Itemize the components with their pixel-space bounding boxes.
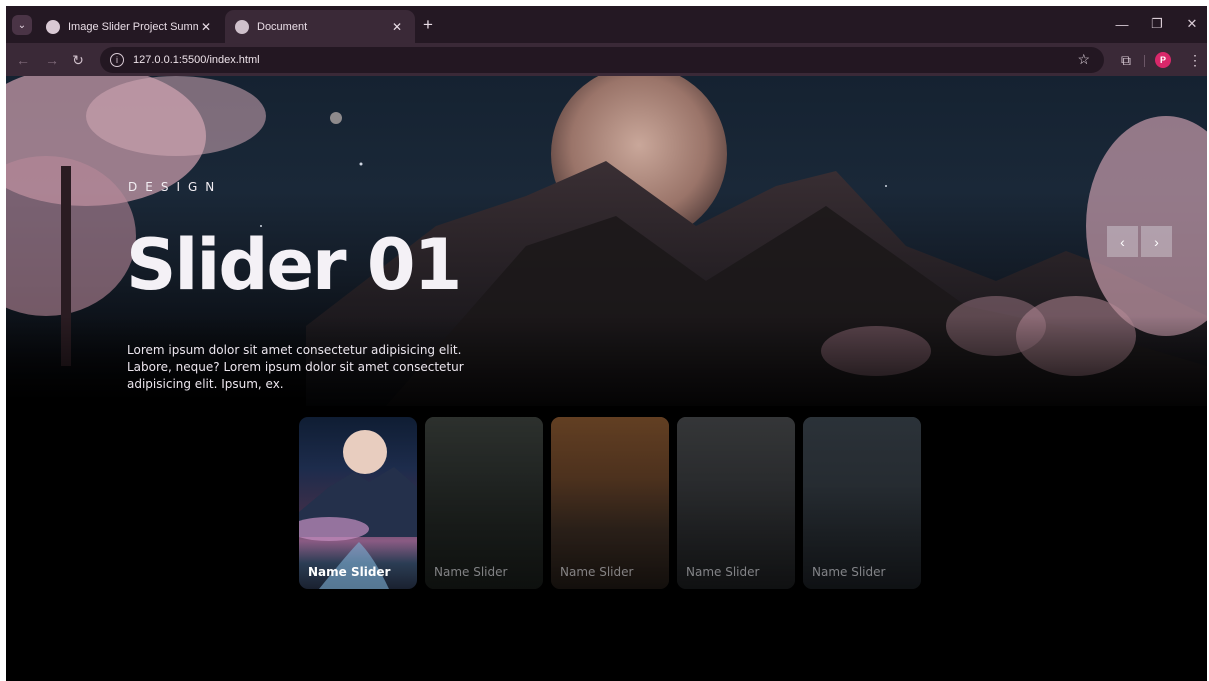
back-icon[interactable]: ← bbox=[12, 49, 34, 71]
new-tab-button[interactable]: + bbox=[418, 15, 438, 35]
slide-description: Lorem ipsum dolor sit amet consectetur a… bbox=[127, 343, 464, 391]
browser-menu-icon[interactable]: ⋮ bbox=[1185, 49, 1205, 71]
thumbnail-3[interactable]: Name Slider bbox=[551, 417, 669, 589]
browser-window: ⌄ Image Slider Project Summary ✕ Documen… bbox=[6, 6, 1207, 681]
thumbnail-label: Name Slider bbox=[308, 565, 391, 579]
slider-page: DESIGN Slider 01 Lorem ipsum dolor sit a… bbox=[6, 76, 1207, 681]
tab-favicon-icon bbox=[46, 19, 60, 34]
extensions-icon[interactable]: ⧉ bbox=[1115, 49, 1137, 71]
globe-icon bbox=[235, 19, 249, 34]
tab-document[interactable]: Document ✕ bbox=[225, 10, 415, 43]
thumbnail-label: Name Slider bbox=[812, 565, 886, 579]
thumbnail-1-art bbox=[299, 430, 417, 589]
thumbnail-5[interactable]: Name Slider bbox=[803, 417, 921, 589]
thumbnail-label: Name Slider bbox=[560, 565, 634, 579]
thumbnail-strip: Name Slider Name Slider Name Slider Name… bbox=[299, 417, 921, 589]
minimize-icon[interactable]: — bbox=[1107, 14, 1137, 34]
close-window-icon[interactable]: ✕ bbox=[1177, 14, 1207, 34]
tab-strip: ⌄ Image Slider Project Summary ✕ Documen… bbox=[6, 6, 1207, 43]
profile-avatar[interactable]: P bbox=[1155, 52, 1171, 68]
tab-image-slider-summary[interactable]: Image Slider Project Summary ✕ bbox=[36, 10, 224, 43]
tab-title: Document bbox=[257, 20, 308, 33]
slide-kicker: DESIGN bbox=[128, 180, 223, 194]
toolbar-divider bbox=[1144, 55, 1145, 67]
slider-arrows: ‹ › bbox=[1107, 226, 1172, 257]
slide-title: Slider 01 bbox=[126, 224, 462, 306]
site-info-icon[interactable]: i bbox=[110, 53, 124, 67]
reload-icon[interactable]: ↻ bbox=[67, 49, 89, 71]
screen: ⌄ Image Slider Project Summary ✕ Documen… bbox=[0, 0, 1209, 681]
browser-toolbar: ← → ↻ i 127.0.0.1:5500/index.html ☆ ⧉ P … bbox=[6, 43, 1207, 76]
tab-close-icon[interactable]: ✕ bbox=[198, 19, 214, 35]
address-bar[interactable]: i 127.0.0.1:5500/index.html ☆ bbox=[100, 47, 1104, 73]
thumbnail-4[interactable]: Name Slider bbox=[677, 417, 795, 589]
tab-close-icon[interactable]: ✕ bbox=[389, 19, 405, 35]
next-slide-button[interactable]: › bbox=[1141, 226, 1172, 257]
forward-icon[interactable]: → bbox=[41, 49, 63, 71]
thumbnail-2[interactable]: Name Slider bbox=[425, 417, 543, 589]
thumbnail-label: Name Slider bbox=[686, 565, 760, 579]
tab-title: Image Slider Project Summary bbox=[68, 20, 198, 33]
prev-slide-button[interactable]: ‹ bbox=[1107, 226, 1138, 257]
bookmark-star-icon[interactable]: ☆ bbox=[1077, 51, 1090, 68]
url-text: 127.0.0.1:5500/index.html bbox=[133, 54, 260, 66]
thumbnail-label: Name Slider bbox=[434, 565, 508, 579]
restore-icon[interactable]: ❐ bbox=[1142, 14, 1172, 34]
tab-search-chevron-icon[interactable]: ⌄ bbox=[12, 15, 32, 35]
thumbnail-1[interactable]: Name Slider bbox=[299, 417, 417, 589]
